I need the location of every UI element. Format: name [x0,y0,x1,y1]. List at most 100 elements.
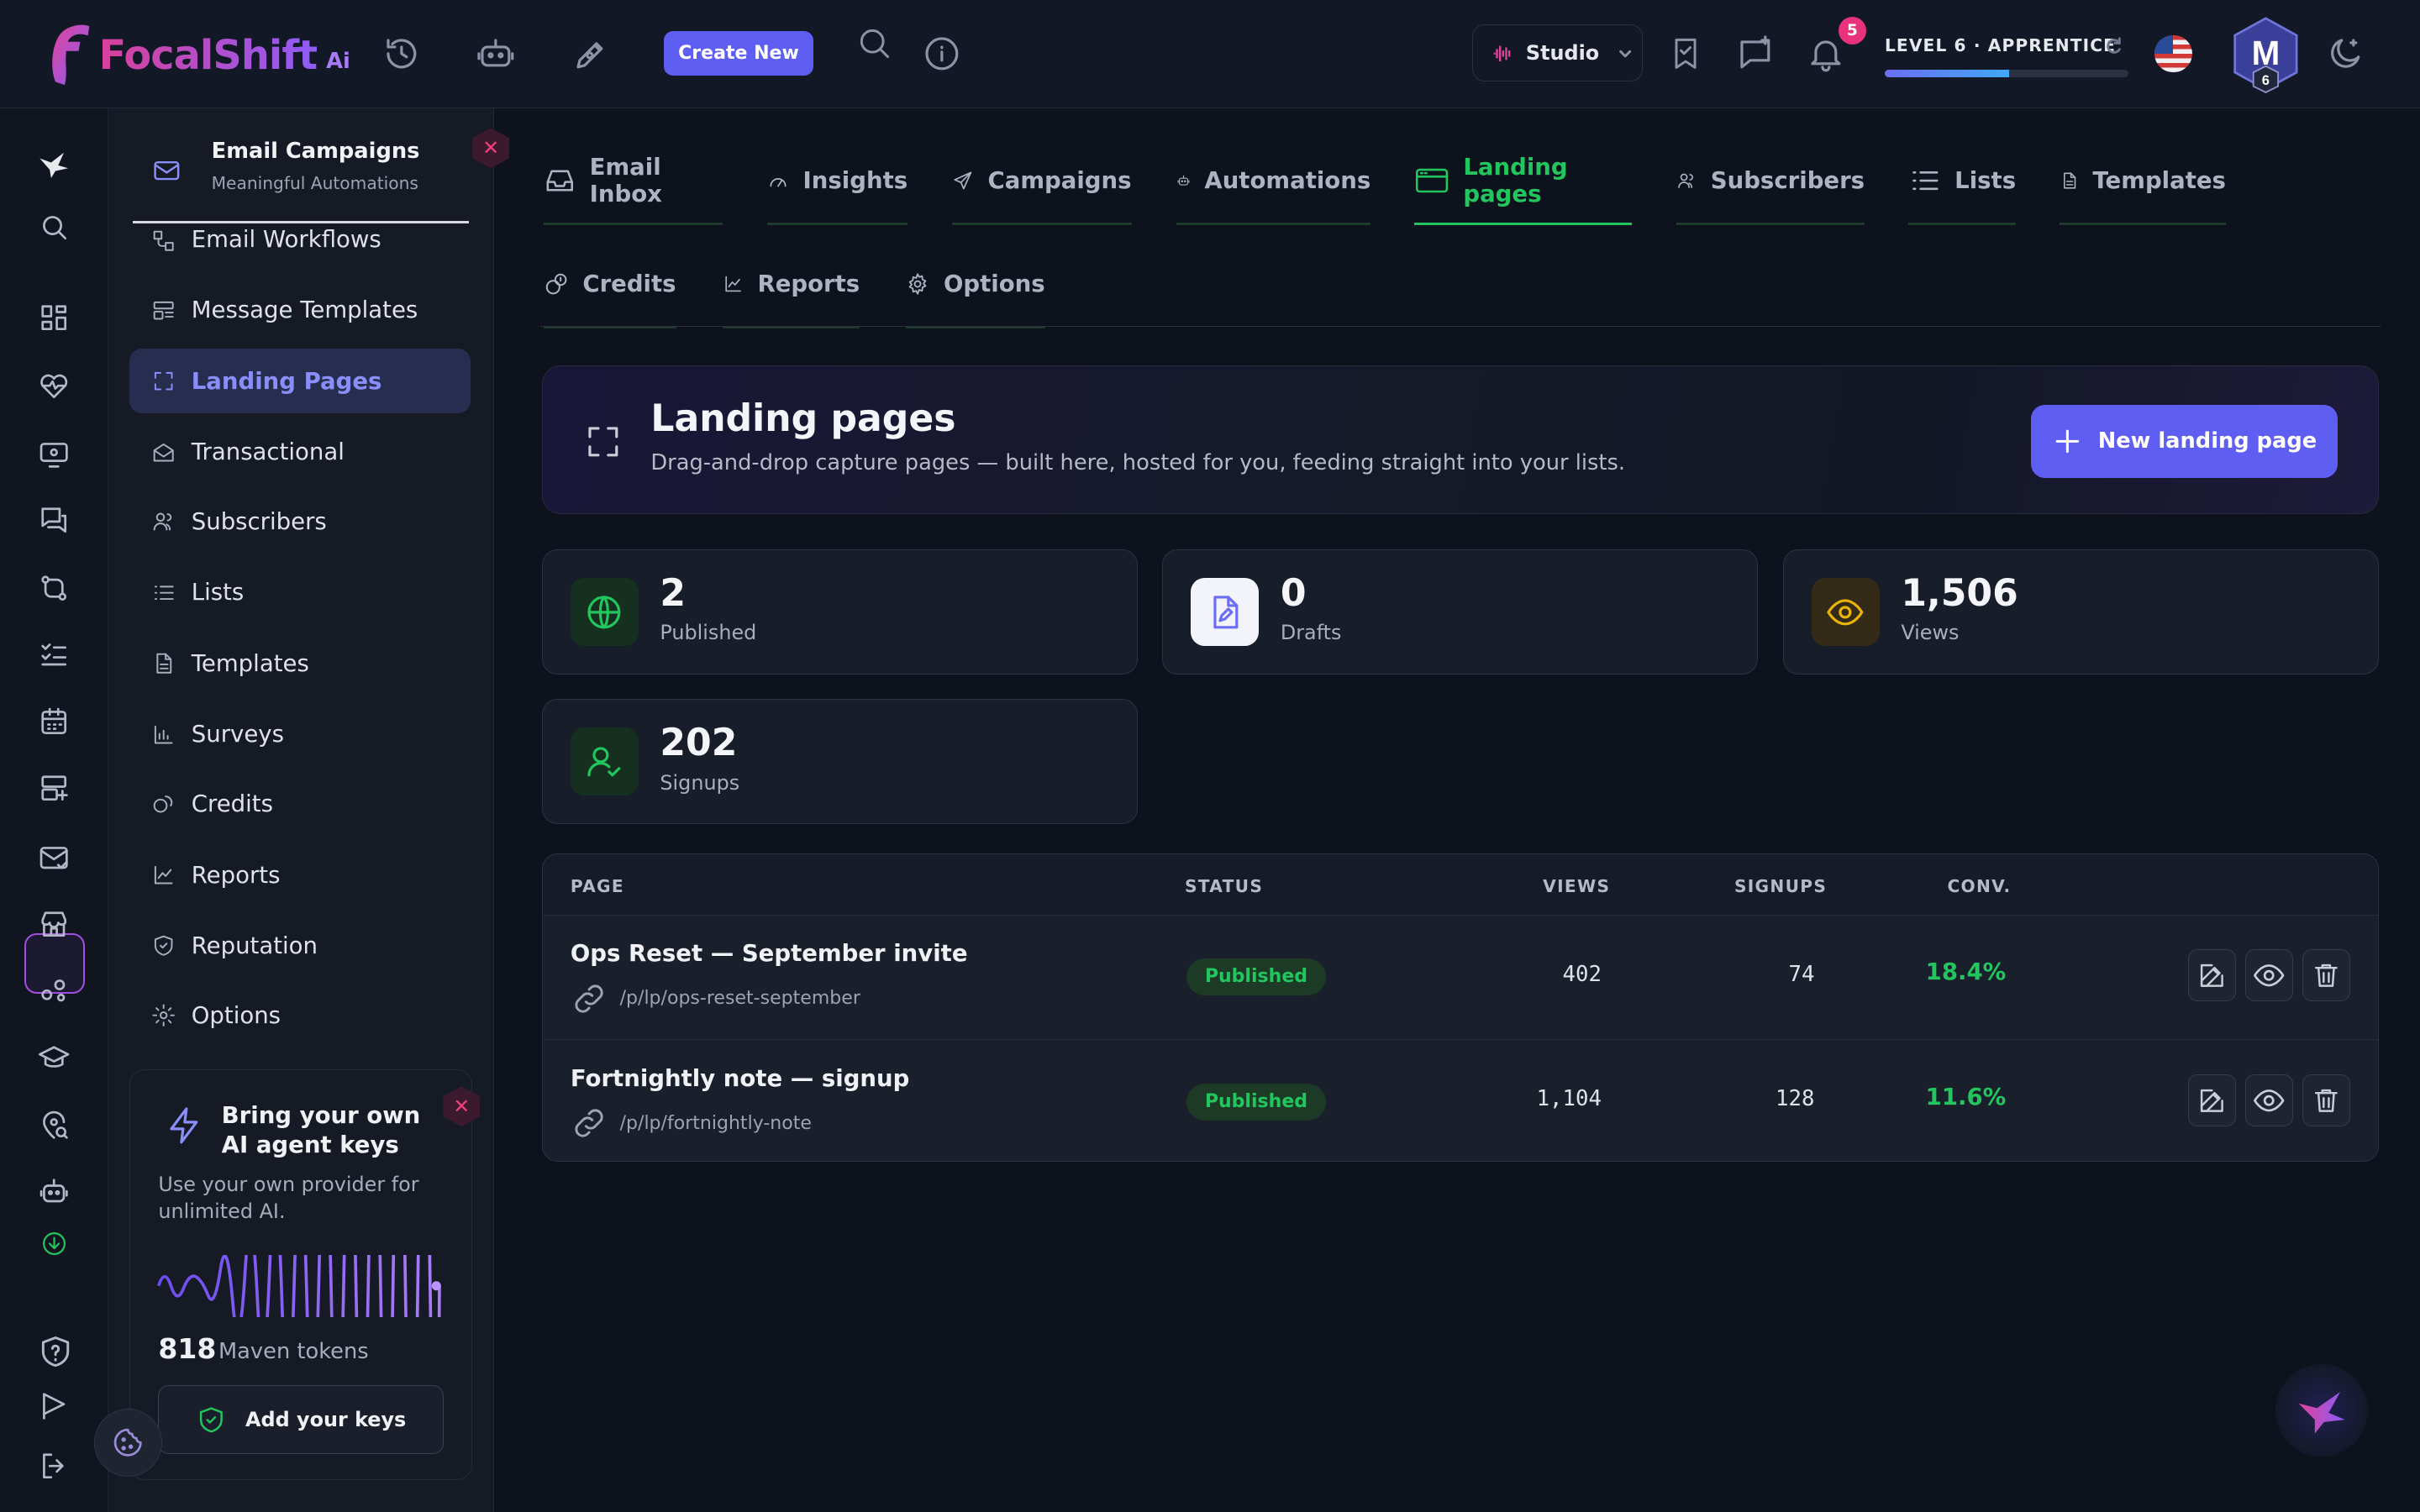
moon-icon[interactable] [2325,34,2365,74]
bird-logo-icon[interactable] [37,147,71,181]
search-icon[interactable] [855,24,892,61]
screen-share-icon[interactable] [37,437,71,470]
help-shield-icon[interactable] [37,1333,74,1370]
sidebar-item-lists[interactable]: Lists [129,560,471,625]
page-url[interactable]: /p/lp/fortnightly-note [571,1105,812,1142]
robot-icon[interactable] [37,1174,71,1208]
sidebar-item-reputation[interactable]: Reputation [129,914,471,979]
messages-icon[interactable] [37,503,71,537]
sidebar-item-landing-pages[interactable]: Landing Pages [129,349,471,414]
tab-templates[interactable]: Templates [2059,139,2226,226]
sidebar-item-label: Lists [191,579,245,606]
tab-email-inbox[interactable]: Email Inbox [543,139,723,226]
chevron-down-icon [1619,50,1632,58]
refresh-icon[interactable] [2104,37,2123,55]
server-plus-icon[interactable] [37,771,71,805]
signups-value: 74 [1788,961,1815,987]
tab-credits[interactable]: Credits [543,242,676,329]
preview-button[interactable] [2244,948,2293,1002]
edit-button[interactable] [2188,948,2236,1002]
location-search-icon[interactable] [37,1108,71,1142]
assistant-fab-button[interactable] [2275,1363,2368,1457]
sidebar-item-subscribers[interactable]: Subscribers [129,489,471,554]
add-your-keys-button[interactable]: Add your keys [158,1384,445,1455]
bell-icon[interactable] [1806,34,1846,74]
tab-subscribers[interactable]: Subscribers [1676,139,1865,226]
level-label: LEVEL 6 · APPRENTICE [1884,35,2117,56]
sidebar-item-reports[interactable]: Reports [129,843,471,907]
cookie-settings-button[interactable] [94,1409,162,1477]
mail-check-icon[interactable] [37,841,71,874]
tab-lists[interactable]: Lists [1907,139,2017,226]
link-icon [575,1109,603,1138]
play-flag-icon[interactable] [37,1389,71,1422]
sidebar-subtitle: Meaningful Automations [211,172,418,193]
calendar-icon[interactable] [37,705,71,738]
waveform-icon [1493,45,1510,61]
community-icon[interactable] [37,974,71,1007]
avatar-level: 6 [2262,72,2270,88]
new-landing-page-button[interactable]: New landing page [2030,405,2338,478]
promo-title: Bring your own AI agent keys [221,1101,421,1158]
sidebar-item-label: Surveys [191,721,284,748]
inbox-icon [546,170,573,192]
sidebar-item-options[interactable]: Options [129,983,471,1047]
tab-label: Email Inbox [589,154,662,208]
studio-selector[interactable]: Studio [1472,24,1643,82]
level-progress-bar [1884,69,2129,77]
delete-button[interactable] [2302,1074,2350,1127]
tab-landing-pages[interactable]: Landing pages [1413,139,1632,226]
page-url[interactable]: /p/lp/ops-reset-september [571,980,860,1017]
chat-icon[interactable] [1735,34,1776,74]
graduation-cap-icon[interactable] [37,1042,71,1075]
us-flag-icon[interactable] [2154,35,2192,73]
history-icon[interactable] [381,34,422,74]
heart-pulse-icon[interactable] [37,369,71,402]
app-logo[interactable]: FocalShift Ai [46,20,350,92]
sidebar-item-templates[interactable]: Templates [129,631,471,696]
stat-card-published: 2 Published [541,549,1138,675]
table-row[interactable]: Ops Reset — September invite /p/lp/ops-r… [542,914,2378,1040]
tab-options[interactable]: Options [906,242,1045,329]
bookmark-check-icon[interactable] [1667,34,1704,74]
git-compare-icon[interactable] [37,571,71,605]
create-new-button[interactable]: Create New [663,30,814,76]
search-icon[interactable] [37,210,71,244]
pen-tool-icon[interactable] [571,34,612,74]
link-icon [575,984,603,1013]
logout-icon[interactable] [37,1449,71,1483]
tab-reports[interactable]: Reports [722,242,860,329]
browser-icon [1415,168,1448,193]
info-icon[interactable] [922,34,962,74]
status-badge: Published [1186,958,1327,995]
checklist-icon[interactable] [37,638,71,671]
page-name[interactable]: Fortnightly note — signup [571,1065,910,1092]
preview-button[interactable] [2244,1074,2293,1127]
frame-icon [154,371,173,391]
waveform-graphic [156,1255,441,1317]
sidebar-item-email-workflows[interactable]: Email Workflows [129,207,471,256]
dashboard-icon[interactable] [37,301,71,334]
tab-insights[interactable]: Insights [766,139,908,226]
edit-button[interactable] [2188,1074,2236,1127]
sidebar-title: Email Campaigns [211,139,420,165]
stat-card-views: 1,506 Views [1782,549,2379,675]
sidebar-item-label: Reports [191,861,281,889]
store-icon[interactable] [37,907,71,941]
download-circle-icon[interactable] [40,1230,68,1257]
table-row[interactable]: Fortnightly note — signup /p/lp/fortnigh… [542,1039,2378,1162]
page-subtitle: Drag-and-drop capture pages — built here… [650,449,1626,475]
tab-label: Reports [757,270,860,298]
sidebar-item-surveys[interactable]: Surveys [129,702,471,767]
sidebar-item-label: Transactional [191,438,345,466]
stat-label: Views [1901,621,1960,645]
tab-automations[interactable]: Automations [1176,139,1371,226]
tab-campaigns[interactable]: Campaigns [952,139,1132,226]
bot-icon[interactable] [476,34,516,74]
avatar[interactable]: M 6 [2232,17,2300,94]
sidebar-item-transactional[interactable]: Transactional [129,420,471,485]
page-name[interactable]: Ops Reset — September invite [571,940,968,967]
delete-button[interactable] [2302,948,2350,1002]
sidebar-item-credits[interactable]: Credits [129,772,471,837]
sidebar-item-message-templates[interactable]: Message Templates [129,278,471,343]
